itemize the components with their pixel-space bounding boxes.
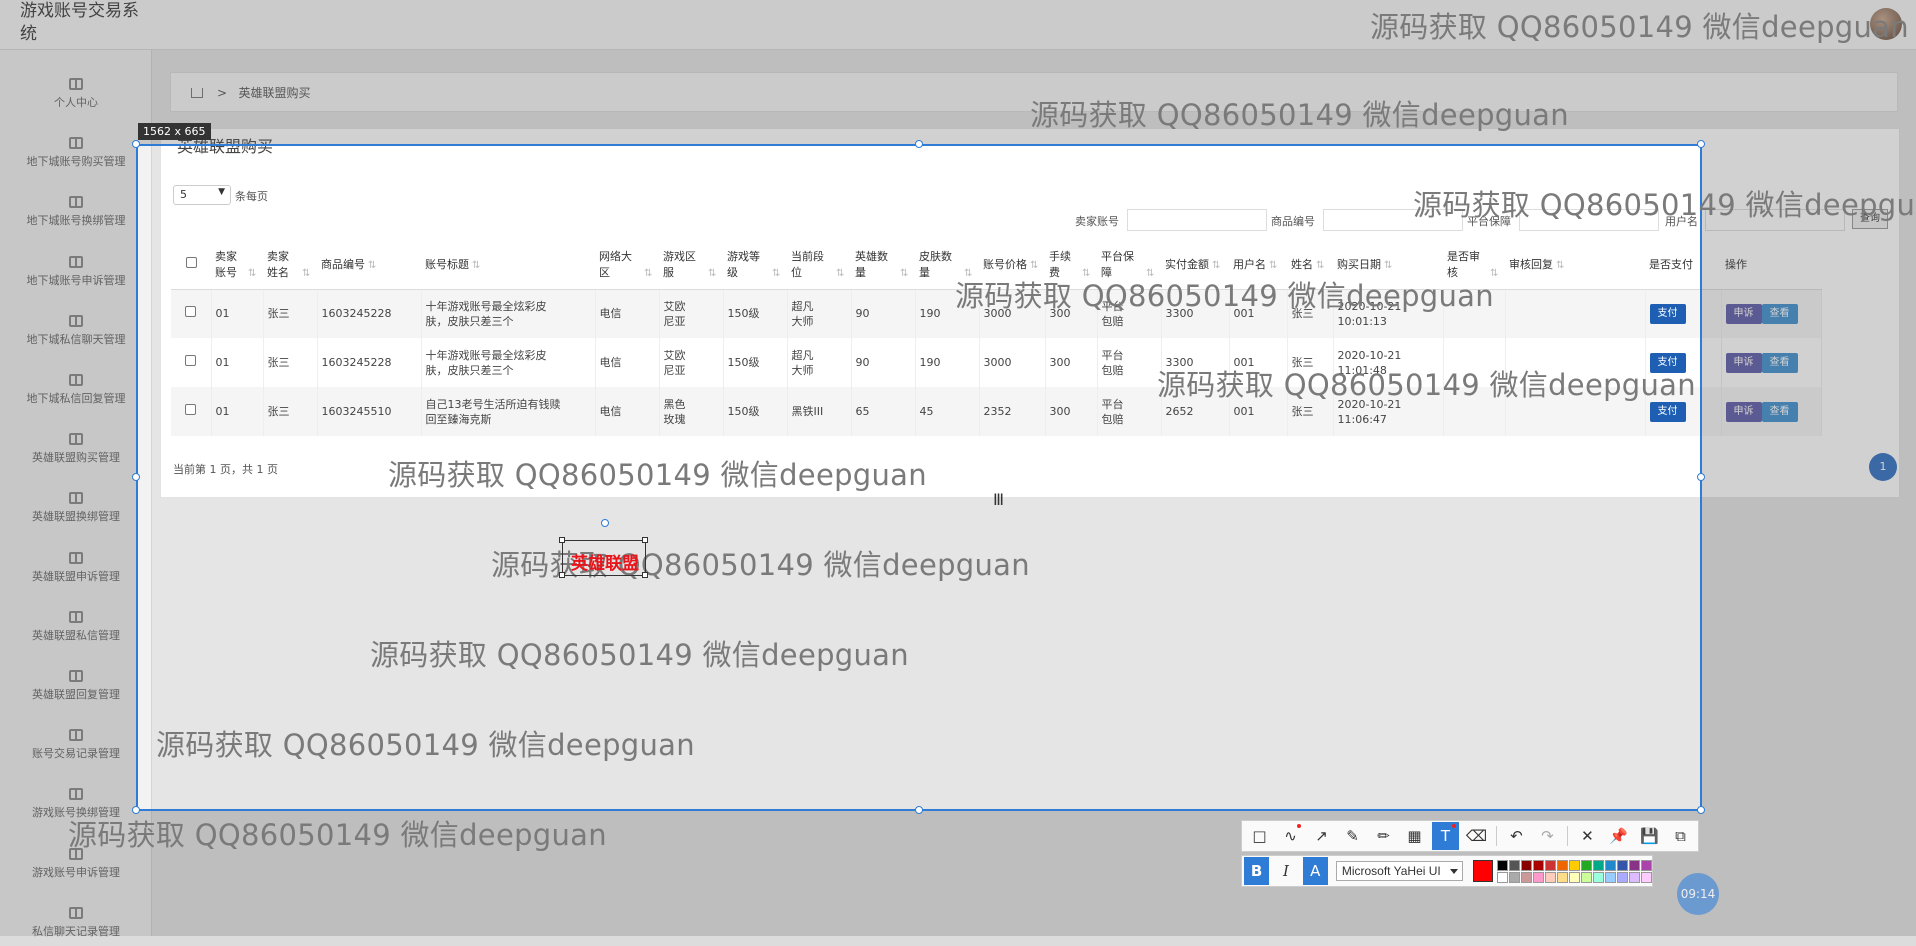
- color-swatch[interactable]: [1557, 859, 1568, 871]
- text-format-toolbar: B I A Microsoft YaHei UI: [1241, 855, 1653, 887]
- color-swatch[interactable]: [1569, 871, 1580, 883]
- color-swatch[interactable]: [1509, 859, 1520, 871]
- current-color-swatch[interactable]: [1472, 860, 1493, 882]
- color-swatch[interactable]: [1569, 859, 1580, 871]
- color-swatch[interactable]: [1629, 871, 1640, 883]
- capture-size-tag: 1562 x 665: [138, 123, 211, 140]
- eraser-tool-icon[interactable]: ⌫: [1463, 822, 1490, 850]
- color-swatch[interactable]: [1581, 859, 1592, 871]
- resize-handle-nw[interactable]: [132, 140, 140, 148]
- color-swatch[interactable]: [1545, 871, 1556, 883]
- floating-clock[interactable]: 09:14: [1677, 873, 1719, 915]
- resize-handle-n[interactable]: [915, 140, 923, 148]
- text-handle-ne[interactable]: [642, 537, 648, 543]
- pin-icon[interactable]: 📌: [1605, 822, 1632, 850]
- toolbar-divider: [1566, 826, 1568, 846]
- watermark-text: 源码获取 QQ86050149 微信deepguan: [1030, 98, 1569, 132]
- text-annotation[interactable]: 英雄联盟: [559, 537, 648, 578]
- color-swatch[interactable]: [1617, 859, 1628, 871]
- text-handle-nw[interactable]: [559, 537, 565, 543]
- color-swatch[interactable]: [1593, 859, 1604, 871]
- text-handle-sw[interactable]: [559, 572, 565, 578]
- highlighter-tool-icon[interactable]: ✏: [1370, 822, 1397, 850]
- text-annotation-content[interactable]: 英雄联盟: [571, 549, 639, 574]
- color-swatch[interactable]: [1629, 859, 1640, 871]
- close-icon[interactable]: ✕: [1574, 822, 1601, 850]
- color-swatch[interactable]: [1605, 859, 1616, 871]
- watermark-text: 源码获取 QQ86050149 微信deepguan: [1157, 368, 1696, 402]
- color-palette: [1497, 859, 1652, 883]
- text-tool-icon[interactable]: T: [1432, 822, 1459, 850]
- color-swatch[interactable]: [1617, 871, 1628, 883]
- color-swatch[interactable]: [1533, 859, 1544, 871]
- color-swatch[interactable]: [1581, 871, 1592, 883]
- watermark-text: 源码获取 QQ86050149 微信deepguan: [955, 279, 1494, 313]
- mosaic-tool-icon[interactable]: ▦: [1401, 822, 1428, 850]
- resize-handle-ne[interactable]: [1697, 140, 1705, 148]
- color-swatch[interactable]: [1521, 871, 1532, 883]
- watermark-text: 源码获取 QQ86050149 微信deepguan: [156, 728, 695, 762]
- arrow-tool-icon[interactable]: ↗: [1308, 822, 1335, 850]
- resize-handle-s[interactable]: [915, 806, 923, 814]
- watermark-text: 源码获取 QQ86050149 微信deepguan: [1413, 188, 1916, 222]
- italic-icon[interactable]: I: [1273, 857, 1298, 885]
- color-swatch[interactable]: [1593, 871, 1604, 883]
- font-select-value: Microsoft YaHei UI: [1341, 864, 1441, 878]
- text-outline-icon[interactable]: A: [1302, 857, 1328, 885]
- color-swatch[interactable]: [1521, 859, 1532, 871]
- watermark-text: 源码获取 QQ86050149 微信deepguan: [68, 818, 607, 852]
- text-handle-se[interactable]: [642, 572, 648, 578]
- toolbar-divider: [1496, 826, 1497, 846]
- watermark-text: 源码获取 QQ86050149 微信deepguan: [388, 458, 927, 492]
- dim-overlay-right: [1702, 144, 1916, 811]
- font-select[interactable]: Microsoft YaHei UI: [1335, 861, 1463, 881]
- annotation-toolbar: □ ∿ ↗ ✎ ✏ ▦ T ⌫ ↶ ↷ ✕ 📌 💾 ⧉: [1241, 820, 1699, 852]
- bold-icon[interactable]: B: [1244, 857, 1270, 885]
- color-swatch[interactable]: [1533, 871, 1544, 883]
- watermark-text: 源码获取 QQ86050149 微信deepguan: [1370, 10, 1909, 44]
- color-swatch[interactable]: [1509, 871, 1520, 883]
- save-icon[interactable]: 💾: [1636, 822, 1663, 850]
- redo-icon[interactable]: ↷: [1534, 822, 1561, 850]
- resize-handle-se[interactable]: [1697, 806, 1705, 814]
- rotate-handle[interactable]: [601, 519, 609, 527]
- dim-overlay-left: [0, 144, 136, 811]
- color-swatch[interactable]: [1545, 859, 1556, 871]
- polyline-tool-icon[interactable]: ∿: [1277, 822, 1304, 850]
- shape-tool-icon[interactable]: □: [1246, 822, 1273, 850]
- color-swatch[interactable]: [1641, 859, 1652, 871]
- color-swatch[interactable]: [1557, 871, 1568, 883]
- resize-handle-w[interactable]: [132, 473, 140, 481]
- copy-icon[interactable]: ⧉: [1667, 822, 1694, 850]
- color-swatch[interactable]: [1641, 871, 1652, 883]
- color-swatch[interactable]: [1497, 871, 1508, 883]
- chevron-down-icon: [1449, 869, 1458, 874]
- resize-handle-e[interactable]: [1697, 473, 1705, 481]
- watermark-text: 源码获取 QQ86050149 微信deepguan: [370, 638, 909, 672]
- text-cursor-icon: Ⅲ: [993, 490, 1005, 509]
- color-swatch[interactable]: [1497, 859, 1508, 871]
- undo-icon[interactable]: ↶: [1503, 822, 1530, 850]
- pen-tool-icon[interactable]: ✎: [1339, 822, 1366, 850]
- color-swatch[interactable]: [1605, 871, 1616, 883]
